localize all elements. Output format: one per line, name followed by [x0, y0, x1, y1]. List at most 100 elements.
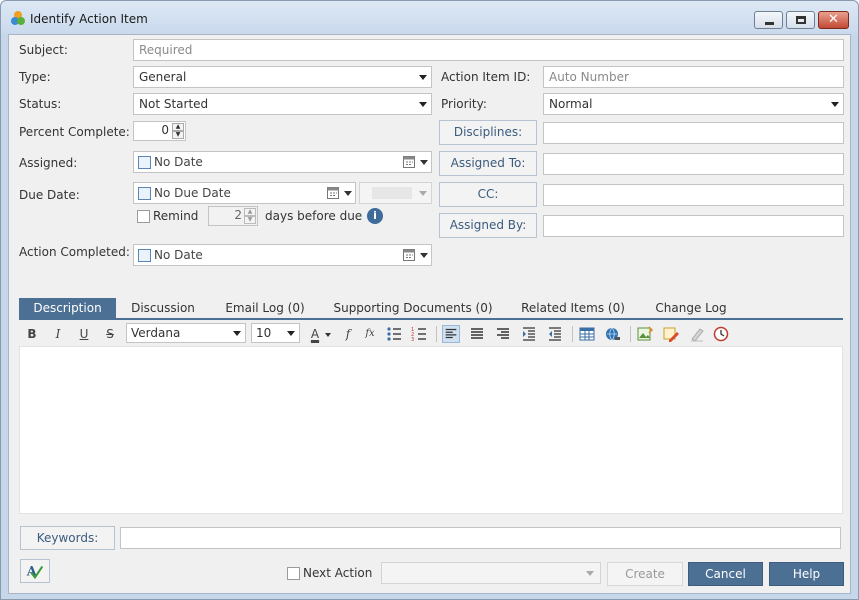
stepper-up-icon[interactable]: ▲: [244, 208, 256, 216]
align-center-icon[interactable]: [468, 325, 486, 343]
tab-description[interactable]: Description: [19, 298, 116, 320]
spell-check-clock-icon[interactable]: [712, 325, 730, 343]
maximize-icon: [796, 16, 806, 24]
next-action-select[interactable]: [381, 562, 601, 584]
table-icon[interactable]: [578, 325, 596, 343]
chevron-down-icon: [287, 331, 295, 336]
indent-icon[interactable]: [520, 325, 538, 343]
disciplines-input[interactable]: [543, 122, 844, 144]
type-select[interactable]: General: [133, 66, 432, 88]
remind-days-stepper[interactable]: 2 ▲ ▼: [208, 206, 258, 226]
priority-select[interactable]: Normal: [543, 93, 844, 115]
action-completed-checkbox[interactable]: [138, 249, 151, 262]
tab-change-log[interactable]: Change Log: [649, 298, 733, 320]
assigned-by-button[interactable]: Assigned By:: [439, 213, 537, 238]
tab-email-log[interactable]: Email Log (0): [218, 298, 312, 320]
chevron-down-icon: [233, 331, 241, 336]
spell-check-icon: A: [26, 565, 44, 580]
minimize-button[interactable]: [754, 11, 783, 29]
align-right-icon[interactable]: [494, 325, 512, 343]
action-item-id-label: Action Item ID:: [441, 70, 531, 84]
font-size-value: 10: [256, 326, 272, 340]
keywords-button[interactable]: Keywords:: [20, 526, 115, 550]
align-left-icon[interactable]: [442, 325, 460, 343]
svg-text:3: 3: [411, 337, 414, 343]
toolbar-separator: [572, 326, 573, 342]
chevron-down-icon: [419, 75, 427, 80]
status-select[interactable]: Not Started: [133, 93, 432, 115]
status-label: Status:: [19, 97, 62, 111]
bold-button[interactable]: B: [23, 325, 41, 343]
tab-related-items[interactable]: Related Items (0): [513, 298, 633, 320]
bulleted-list-icon[interactable]: [385, 325, 403, 343]
assigned-date-checkbox[interactable]: [138, 156, 151, 169]
action-completed-date-picker[interactable]: No Date: [133, 244, 432, 266]
strikethrough-button[interactable]: S: [101, 325, 119, 343]
disciplines-button[interactable]: Disciplines:: [439, 120, 537, 145]
info-icon[interactable]: i: [367, 208, 383, 224]
stepper-down-icon[interactable]: ▼: [244, 216, 256, 224]
font-family-value: Verdana: [131, 326, 181, 340]
calendar-icon[interactable]: [327, 187, 341, 199]
edit-image-icon[interactable]: [662, 325, 680, 343]
priority-value: Normal: [549, 97, 593, 111]
chevron-down-icon[interactable]: [325, 333, 331, 337]
action-completed-value: No Date: [154, 248, 203, 262]
stepper-down-icon[interactable]: ▼: [172, 131, 184, 139]
due-date-picker[interactable]: No Due Date: [133, 182, 356, 204]
tab-strip: Description Discussion Email Log (0) Sup…: [19, 298, 843, 320]
percent-complete-label: Percent Complete:: [19, 125, 130, 139]
create-button[interactable]: Create: [607, 562, 683, 586]
title-bar[interactable]: Identify Action Item ✕: [1, 1, 858, 35]
remind-checkbox[interactable]: [137, 210, 150, 223]
subject-placeholder: Required: [139, 43, 193, 57]
outdent-icon[interactable]: [546, 325, 564, 343]
due-date-label: Due Date:: [19, 188, 80, 202]
due-date-value: No Due Date: [154, 186, 231, 200]
underline-button[interactable]: U: [75, 325, 93, 343]
assigned-to-input[interactable]: [543, 153, 844, 175]
due-date-checkbox[interactable]: [138, 187, 151, 200]
keywords-input[interactable]: [120, 527, 841, 549]
chevron-down-icon: [419, 102, 427, 107]
eraser-icon[interactable]: [688, 325, 706, 343]
close-button[interactable]: ✕: [818, 11, 849, 29]
description-editor[interactable]: [19, 346, 843, 514]
chevron-down-icon: [420, 253, 428, 258]
type-value: General: [139, 70, 187, 84]
calendar-icon[interactable]: [403, 156, 417, 168]
spell-check-button[interactable]: A: [20, 559, 50, 583]
font-size-select[interactable]: 10: [251, 323, 300, 343]
tab-supporting-documents[interactable]: Supporting Documents (0): [328, 298, 498, 320]
stepper-up-icon[interactable]: ▲: [172, 123, 184, 131]
assigned-date-picker[interactable]: No Date: [133, 151, 432, 173]
insert-image-icon[interactable]: [636, 325, 654, 343]
action-item-id-placeholder: Auto Number: [549, 70, 629, 84]
hyperlink-icon[interactable]: [604, 325, 622, 343]
function-button[interactable]: f: [339, 325, 357, 343]
next-action-checkbox[interactable]: [287, 567, 300, 580]
tab-discussion[interactable]: Discussion: [123, 298, 203, 320]
cc-button[interactable]: CC:: [439, 182, 537, 207]
calendar-icon[interactable]: [403, 249, 417, 261]
font-family-select[interactable]: Verdana: [126, 323, 246, 343]
formula-button[interactable]: fx: [361, 325, 379, 343]
percent-complete-stepper[interactable]: 0 ▲ ▼: [133, 121, 186, 141]
font-color-button[interactable]: A: [306, 325, 324, 343]
subject-input[interactable]: Required: [133, 39, 844, 61]
assigned-to-button[interactable]: Assigned To:: [439, 151, 537, 176]
cancel-button[interactable]: Cancel: [688, 562, 763, 586]
close-icon: ✕: [828, 12, 839, 27]
action-item-id-input[interactable]: Auto Number: [543, 66, 844, 88]
due-time-select[interactable]: [359, 182, 432, 204]
cc-input[interactable]: [543, 184, 844, 206]
numbered-list-icon[interactable]: 123: [410, 325, 428, 343]
chevron-down-icon: [344, 191, 352, 196]
remind-label: Remind: [153, 209, 199, 223]
italic-button[interactable]: I: [49, 325, 67, 343]
colored-circles-app-icon: [11, 11, 25, 25]
assigned-by-input[interactable]: [543, 215, 844, 237]
help-button[interactable]: Help: [769, 562, 844, 586]
dialog-content: Subject: Required Type: General Status: …: [8, 34, 851, 594]
maximize-button[interactable]: [786, 11, 815, 29]
